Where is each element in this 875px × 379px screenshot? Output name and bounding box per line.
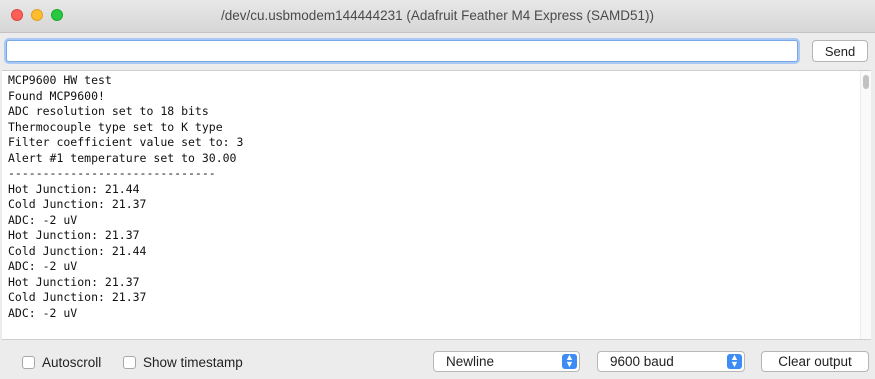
output-line: Hot Junction: 21.44 — [8, 181, 140, 196]
output-line: ADC: -2 uV — [8, 212, 78, 227]
autoscroll-checkbox-box[interactable] — [22, 355, 35, 369]
output-line: MCP9600 HW test — [8, 73, 112, 87]
output-line: ADC resolution set to 18 bits — [8, 104, 209, 118]
serial-output[interactable]: MCP9600 HW test Found MCP9600! ADC resolut… — [2, 70, 871, 340]
output-line: Filter coefficient value set to: 3 — [8, 135, 244, 149]
scroll-thumb[interactable] — [863, 75, 869, 89]
output-line: Cold Junction: 21.37 — [8, 197, 147, 211]
output-line: ------------------------------ — [8, 166, 216, 180]
show-timestamp-checkbox-box[interactable] — [123, 355, 136, 369]
zoom-window-button[interactable] — [51, 9, 63, 21]
show-timestamp-checkbox[interactable]: Show timestamp — [123, 354, 243, 370]
output-line: Found MCP9600! — [8, 88, 105, 103]
serial-input[interactable] — [6, 40, 798, 62]
show-timestamp-label: Show timestamp — [143, 354, 243, 370]
send-button[interactable]: Send — [812, 40, 868, 62]
output-line: Cold Junction: 21.44 — [8, 243, 147, 258]
clear-output-button[interactable]: Clear output — [761, 351, 869, 372]
output-line: ADC: -2 uV — [8, 259, 78, 273]
autoscroll-checkbox[interactable]: Autoscroll — [22, 354, 101, 370]
window-title: /dev/cu.usbmodem144444231 (Adafruit Feat… — [221, 8, 654, 23]
title-bar: /dev/cu.usbmodem144444231 (Adafruit Feat… — [0, 0, 875, 33]
chevron-updown-icon: ▲ ▼ — [562, 353, 577, 369]
output-lines: MCP9600 HW test Found MCP9600! ADC resolut… — [8, 73, 243, 321]
output-line: Cold Junction: 21.37 — [8, 290, 147, 304]
baud-rate-value: 9600 baud — [610, 354, 674, 369]
baud-rate-select[interactable]: 9600 baud ▲ ▼ — [597, 351, 745, 372]
close-window-button[interactable] — [11, 9, 23, 21]
output-line: Hot Junction: 21.37 — [8, 274, 140, 289]
minimize-window-button[interactable] — [31, 9, 43, 21]
autoscroll-label: Autoscroll — [42, 354, 102, 370]
serial-monitor-window: /dev/cu.usbmodem144444231 (Adafruit Feat… — [0, 0, 875, 379]
line-ending-select[interactable]: Newline ▲ ▼ — [433, 351, 580, 372]
chevron-updown-icon: ▲ ▼ — [727, 353, 742, 369]
vertical-scrollbar[interactable] — [860, 71, 871, 339]
output-line: Alert #1 temperature set to 30.00 — [8, 150, 237, 165]
output-line: Hot Junction: 21.37 — [8, 228, 140, 242]
output-line: ADC: -2 uV — [8, 305, 78, 320]
bottom-toolbar: Autoscroll Show timestamp Newline ▲ ▼ 960… — [0, 340, 875, 379]
line-ending-value: Newline — [446, 354, 495, 369]
output-line: Thermocouple type set to K type — [8, 119, 223, 134]
input-row: Send — [0, 33, 875, 69]
